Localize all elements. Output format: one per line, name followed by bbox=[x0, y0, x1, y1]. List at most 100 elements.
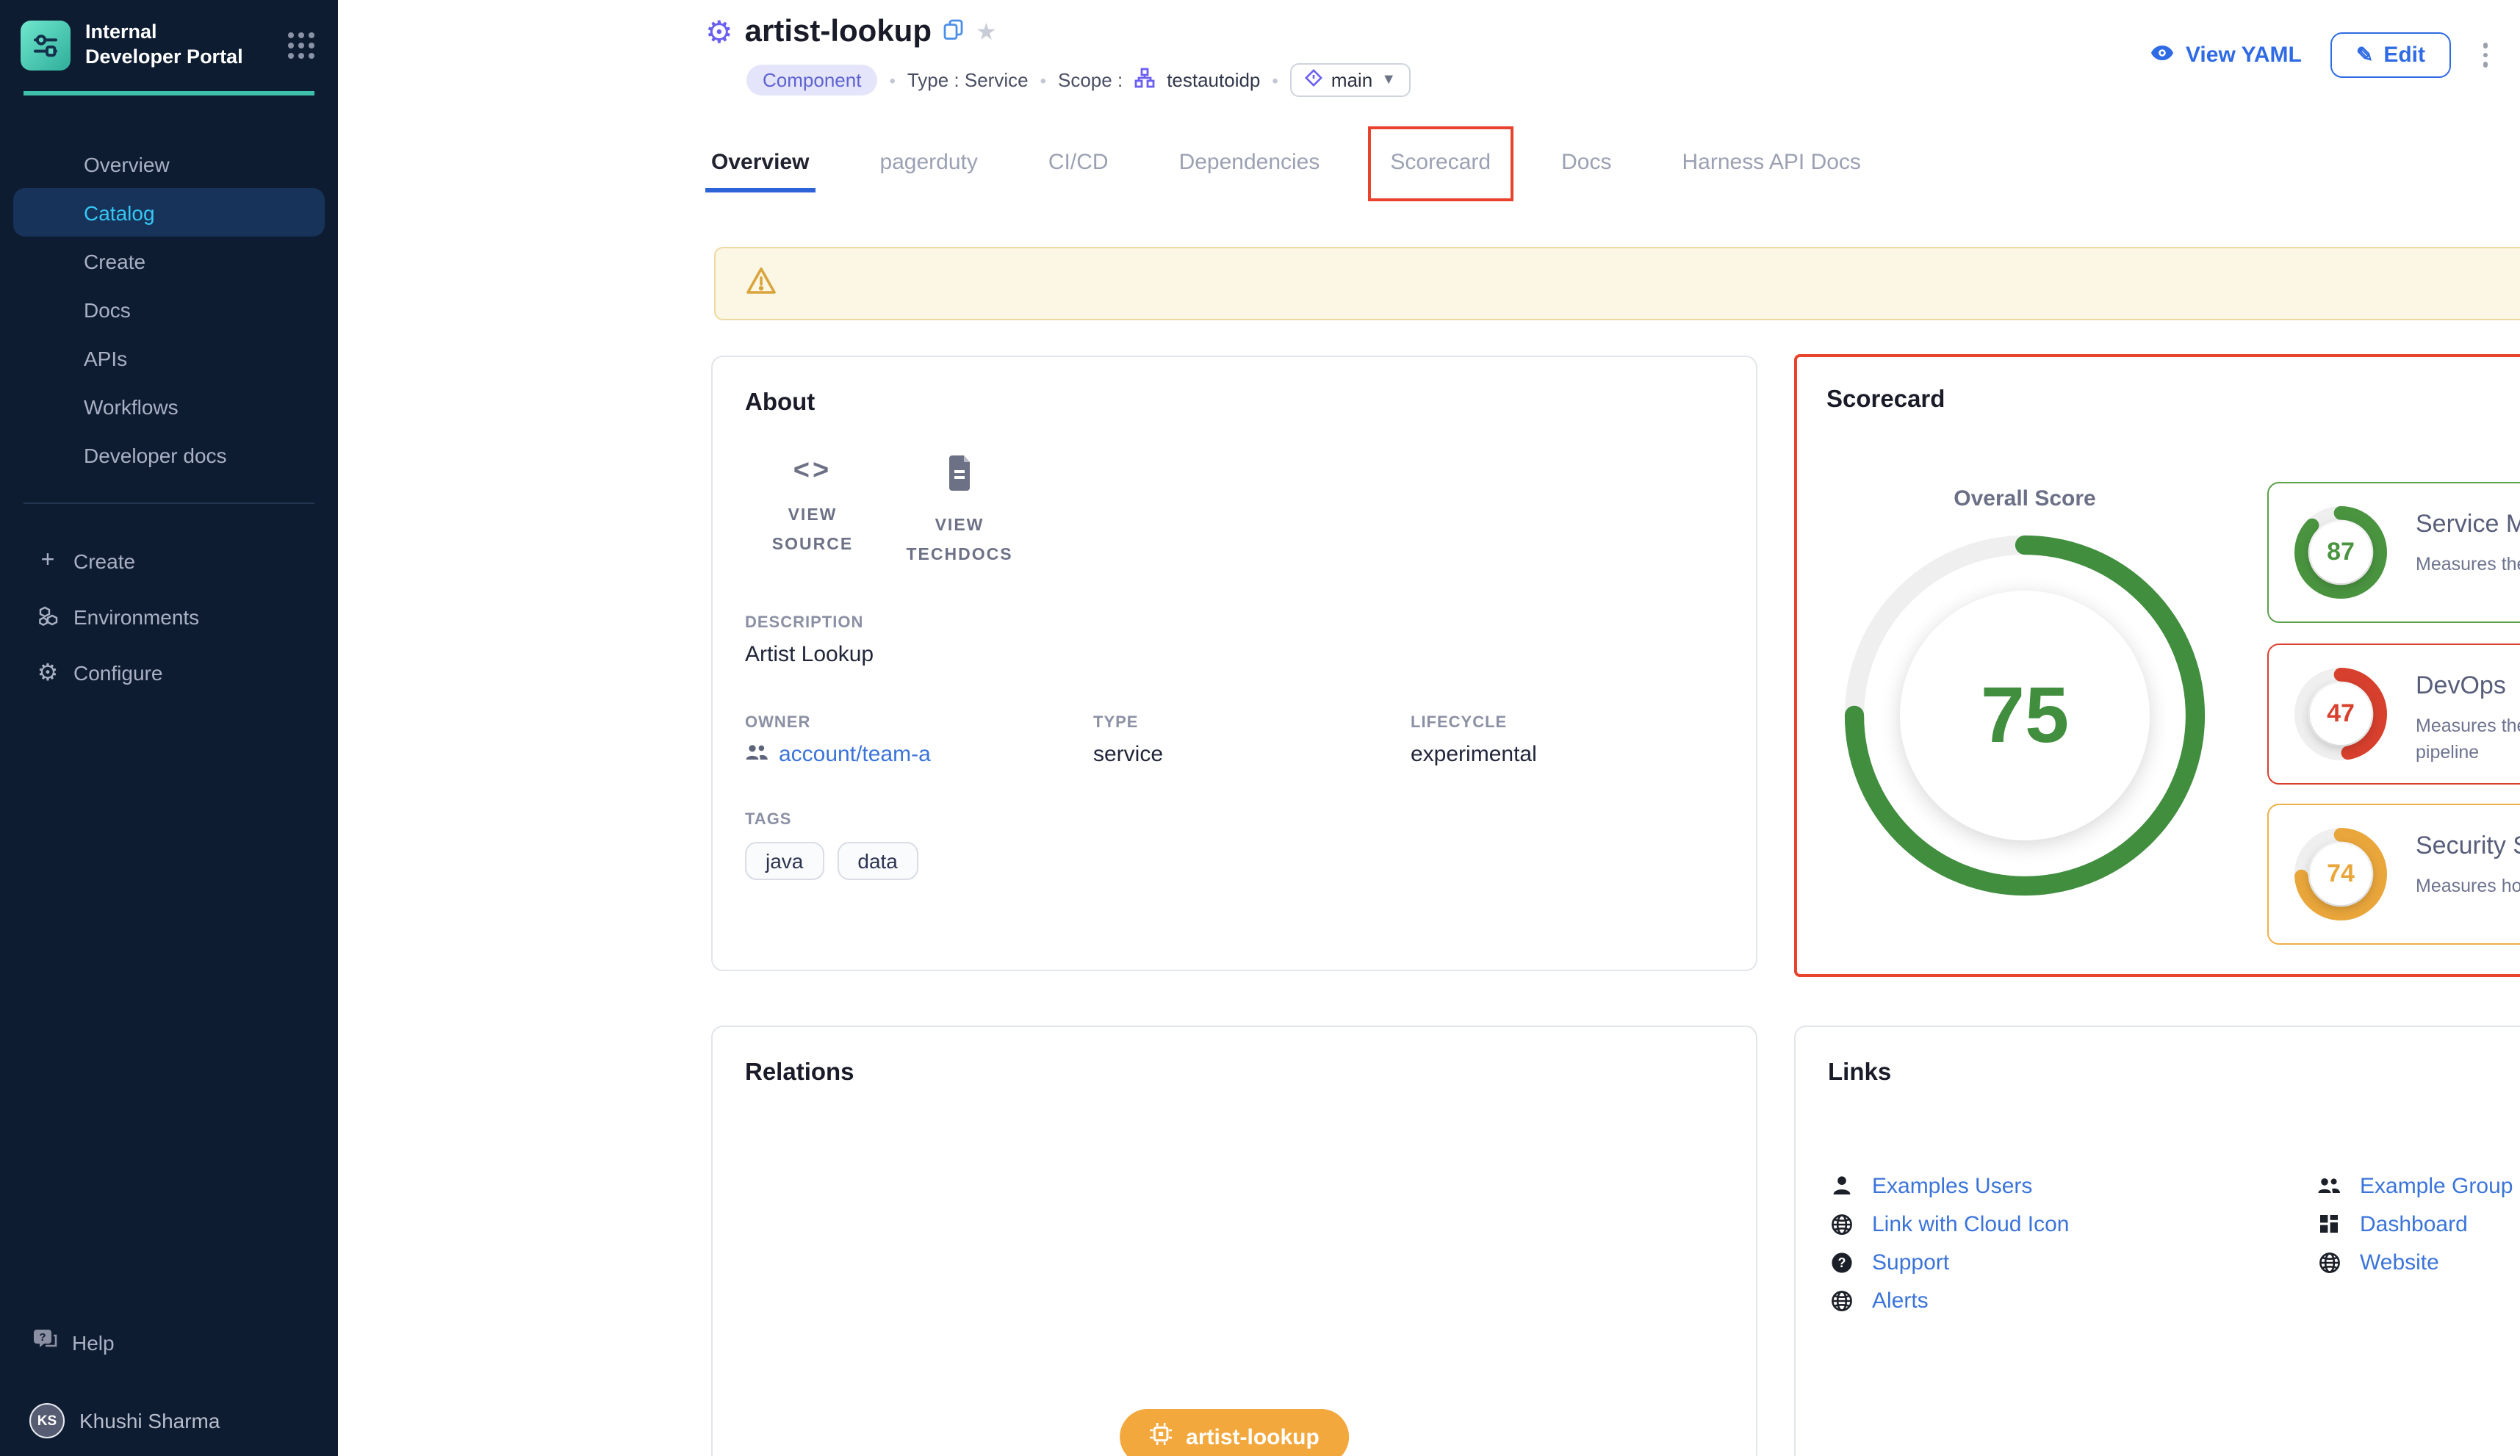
link-website[interactable]: Website bbox=[2317, 1243, 2520, 1281]
link-alerts[interactable]: Alerts bbox=[1829, 1281, 2317, 1319]
check-card-service-maturity[interactable]: 87 Service Maturity Measures the reliabi… bbox=[2267, 482, 2520, 623]
help-icon: ? bbox=[1829, 1251, 1853, 1273]
chevron-down-icon: ▼ bbox=[1381, 72, 1396, 88]
tags-label: TAGS bbox=[745, 811, 1724, 829]
favorite-star-icon[interactable]: ★ bbox=[976, 18, 997, 47]
gear-icon: ⚙ bbox=[35, 658, 60, 688]
tab-cicd[interactable]: CI/CD bbox=[1045, 134, 1112, 189]
app-root: Internal Developer Portal Overview Catal… bbox=[0, 0, 2520, 1456]
link-examples-users[interactable]: Examples Users bbox=[1829, 1167, 2317, 1205]
sidebar-nav: Overview Catalog Create Docs APIs Workfl… bbox=[0, 140, 338, 479]
sidebar-item-create-action[interactable]: + Create bbox=[0, 533, 338, 589]
type-label: Type : Service bbox=[907, 69, 1029, 91]
people-icon bbox=[2317, 1177, 2341, 1194]
help-chat-icon: ? bbox=[32, 1328, 59, 1356]
tag-chip[interactable]: java bbox=[745, 842, 824, 880]
check-name: DevOps bbox=[2416, 671, 2520, 701]
component-gear-icon: ⚙ bbox=[705, 17, 733, 48]
brand-accent-line bbox=[24, 91, 314, 95]
sidebar-divider bbox=[24, 502, 314, 504]
main-content: ⚙ artist-lookup ★ Component • Type : Ser… bbox=[338, 0, 2520, 1456]
document-icon bbox=[945, 455, 974, 498]
branch-selector[interactable]: main ▼ bbox=[1290, 63, 1411, 97]
link-with-cloud-icon[interactable]: Link with Cloud Icon bbox=[1829, 1205, 2317, 1243]
people-icon bbox=[745, 742, 768, 767]
links-column-right: Example Group Dashboard Website bbox=[2317, 1167, 2520, 1319]
view-yaml-button[interactable]: View YAML bbox=[2150, 43, 2302, 68]
sidebar-item-apis[interactable]: APIs bbox=[0, 334, 338, 382]
check-gauge: 87 bbox=[2289, 501, 2392, 604]
scorecard-card: Scorecard Gold Tier Overall Score 75 bbox=[1794, 354, 2520, 977]
page-title: artist-lookup bbox=[745, 15, 932, 50]
tab-docs[interactable]: Docs bbox=[1558, 134, 1614, 189]
user-menu[interactable]: KS Khushi Sharma bbox=[0, 1403, 338, 1438]
links-column-left: Examples Users Link with Cloud Icon ? Su… bbox=[1829, 1167, 2317, 1319]
tab-bar: Overview pagerduty CI/CD Dependencies Sc… bbox=[708, 129, 1864, 194]
more-options-kebab-icon[interactable] bbox=[2480, 40, 2491, 71]
link-dashboard[interactable]: Dashboard bbox=[2317, 1205, 2520, 1243]
module-grid-icon[interactable] bbox=[288, 32, 314, 59]
plus-icon: + bbox=[35, 548, 60, 574]
sidebar-item-docs[interactable]: Docs bbox=[0, 285, 338, 334]
overall-score-gauge: 75 bbox=[1838, 529, 2211, 902]
view-techdocs-button[interactable]: VIEW TECHDOCS bbox=[892, 455, 1027, 570]
kind-badge[interactable]: Component bbox=[746, 65, 877, 95]
relations-card: Relations artist-lookup bbox=[711, 1026, 1757, 1456]
page-header: ⚙ artist-lookup ★ Component • Type : Ser… bbox=[705, 15, 2496, 97]
link-support[interactable]: ? Support bbox=[1829, 1243, 2317, 1281]
svg-text:?: ? bbox=[39, 1331, 46, 1344]
check-card-devops[interactable]: 47 DevOps Measures the reliability of th… bbox=[2267, 644, 2520, 785]
owner-link[interactable]: account/team-a bbox=[745, 742, 1093, 767]
sidebar-item-catalog[interactable]: Catalog bbox=[13, 188, 325, 237]
user-name: Khushi Sharma bbox=[79, 1409, 220, 1432]
sidebar-secondary: + Create Environments ⚙ Configure bbox=[0, 533, 338, 701]
copy-icon[interactable] bbox=[943, 18, 964, 46]
warning-banner bbox=[714, 247, 2520, 320]
tab-overview[interactable]: Overview bbox=[708, 134, 812, 189]
dashboard-icon bbox=[2317, 1214, 2341, 1234]
relations-title: Relations bbox=[745, 1059, 1724, 1087]
globe-icon bbox=[2317, 1251, 2341, 1273]
type-value: service bbox=[1093, 742, 1411, 767]
dot-separator: • bbox=[1040, 70, 1046, 90]
pencil-icon: ✎ bbox=[2356, 43, 2373, 68]
sidebar-item-workflows[interactable]: Workflows bbox=[0, 382, 338, 430]
edit-button[interactable]: ✎ Edit bbox=[2331, 32, 2450, 78]
check-description: Measures the reliability of this service bbox=[2416, 551, 2520, 577]
globe-icon bbox=[1829, 1213, 1853, 1235]
tab-scorecard[interactable]: Scorecard bbox=[1387, 134, 1494, 189]
header-actions: View YAML ✎ Edit bbox=[2150, 32, 2491, 78]
check-description: Measures the reliability of the DevOps p… bbox=[2416, 713, 2520, 766]
about-card: About <> VIEW SOURCE VIEW TECHDOCS DESCR… bbox=[711, 356, 1757, 971]
sidebar-item-configure[interactable]: ⚙ Configure bbox=[0, 645, 338, 701]
tab-dependencies[interactable]: Dependencies bbox=[1176, 134, 1323, 189]
scope-value: testautoidp bbox=[1167, 69, 1260, 91]
svg-text:?: ? bbox=[1837, 1255, 1846, 1269]
harness-idp-logo-icon bbox=[21, 21, 71, 71]
branch-name: main bbox=[1331, 69, 1372, 91]
links-card: Links Examples Users Link with Cloud Ico… bbox=[1794, 1026, 2520, 1456]
link-example-group[interactable]: Example Group bbox=[2317, 1167, 2520, 1205]
help-button[interactable]: ? Help bbox=[0, 1328, 338, 1356]
tab-pagerduty[interactable]: pagerduty bbox=[876, 134, 980, 189]
sidebar-item-environments[interactable]: Environments bbox=[0, 589, 338, 645]
tag-chip[interactable]: data bbox=[837, 842, 918, 880]
sidebar-item-create[interactable]: Create bbox=[0, 237, 338, 285]
view-source-button[interactable]: <> VIEW SOURCE bbox=[745, 455, 880, 570]
check-gauge: 47 bbox=[2289, 663, 2392, 765]
relations-node-artist-lookup[interactable]: artist-lookup bbox=[1120, 1409, 1349, 1456]
check-name: Security Standards bbox=[2416, 832, 2520, 862]
links-title: Links bbox=[1828, 1059, 2520, 1087]
type-label: TYPE bbox=[1093, 714, 1411, 732]
dot-separator: • bbox=[1272, 70, 1278, 90]
eye-icon bbox=[2150, 43, 2175, 68]
sidebar-item-overview[interactable]: Overview bbox=[0, 140, 338, 188]
check-card-security-standards[interactable]: 74 Security Standards Measures how secur… bbox=[2267, 804, 2520, 945]
brand-title: Internal Developer Portal bbox=[85, 21, 250, 71]
description-label: DESCRIPTION bbox=[745, 614, 1724, 632]
lifecycle-label: LIFECYCLE bbox=[1411, 714, 1724, 732]
tab-harness-api-docs[interactable]: Harness API Docs bbox=[1680, 134, 1864, 189]
sidebar-item-developer-docs[interactable]: Developer docs bbox=[0, 430, 338, 479]
overall-score-label: Overall Score bbox=[1878, 486, 2172, 511]
scope-hierarchy-icon bbox=[1134, 68, 1155, 93]
